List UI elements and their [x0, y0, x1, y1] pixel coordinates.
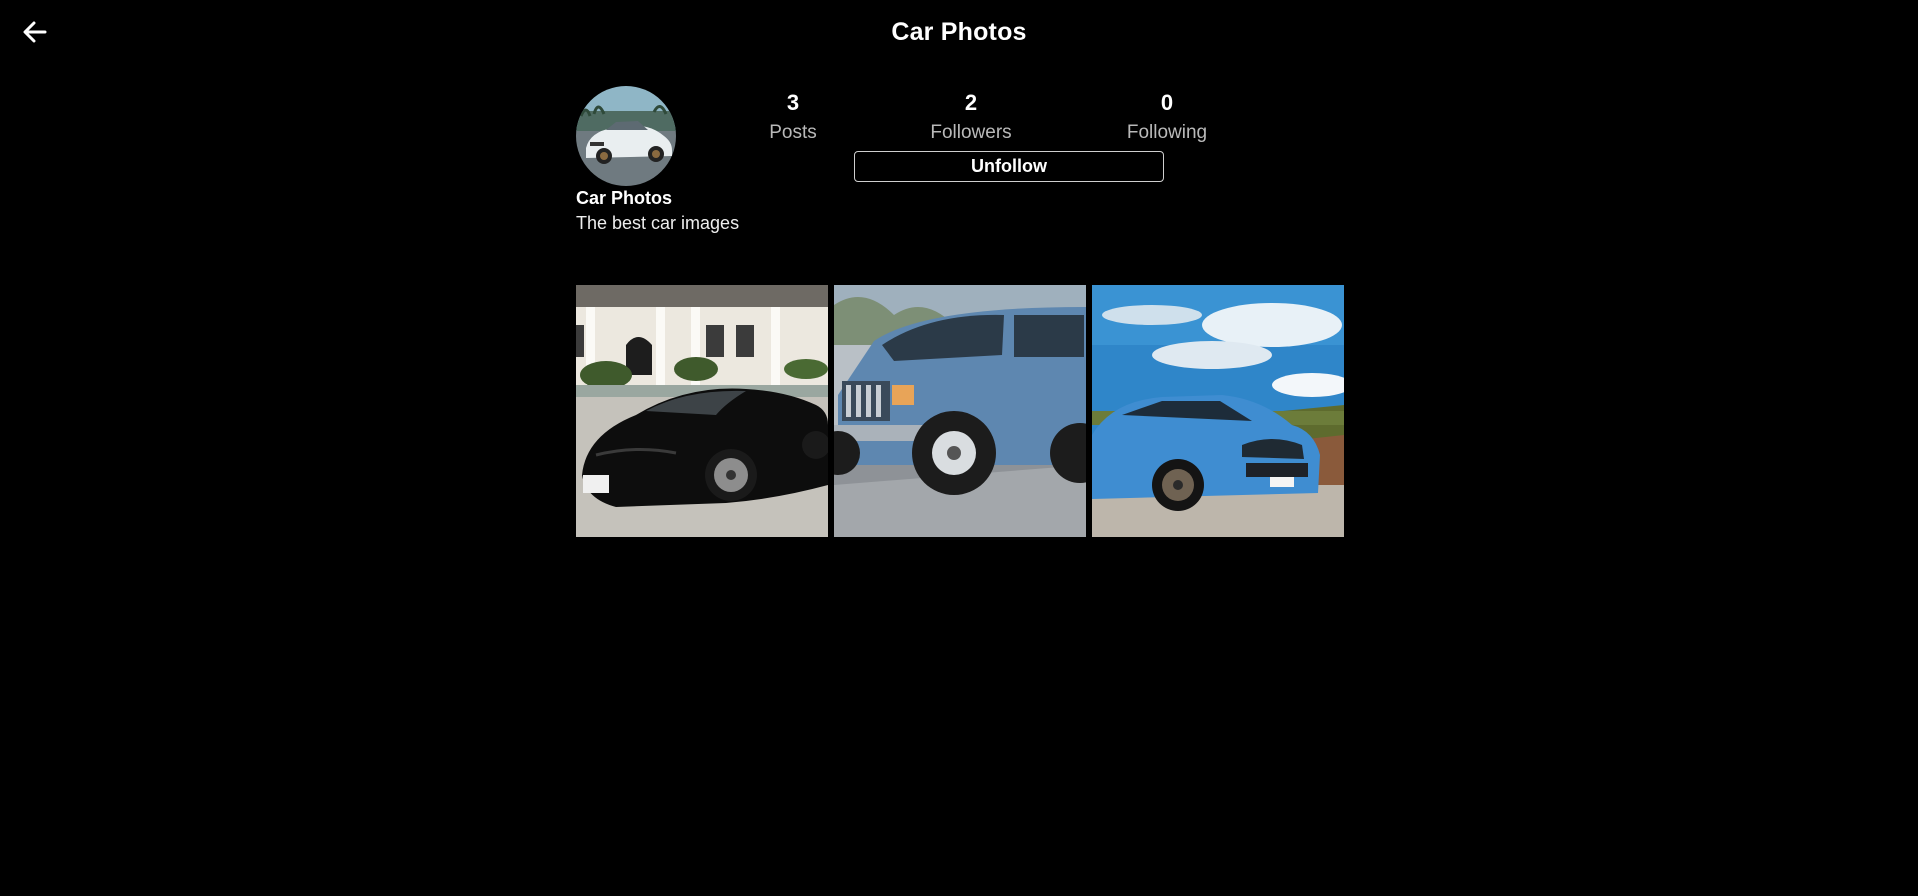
post-thumbnail-1[interactable]: [576, 285, 828, 537]
profile-name: Car Photos: [576, 188, 673, 208]
page-title: Car Photos: [891, 18, 1027, 46]
top-bar: Car Photos: [0, 0, 1918, 68]
unfollow-button[interactable]: Unfollow: [854, 151, 1164, 182]
posts-grid: [576, 285, 1344, 537]
following-label: Following: [1126, 122, 1208, 143]
posts-label: Posts: [769, 122, 817, 143]
posts-count: 3: [786, 90, 800, 115]
following-count: 0: [1160, 90, 1174, 115]
following-stat[interactable]: 0 Following: [1087, 90, 1247, 145]
post-thumbnail-3[interactable]: [1092, 285, 1344, 537]
post-thumbnail-2[interactable]: [834, 285, 1086, 537]
profile-bio: The best car images: [576, 213, 740, 233]
posts-stat[interactable]: 3 Posts: [713, 90, 873, 145]
followers-stat[interactable]: 2 Followers: [891, 90, 1051, 145]
profile-page: Car Photos Car Photos The best car image…: [0, 0, 1918, 896]
followers-label: Followers: [930, 122, 1012, 143]
avatar[interactable]: [576, 86, 676, 186]
followers-count: 2: [964, 90, 978, 115]
